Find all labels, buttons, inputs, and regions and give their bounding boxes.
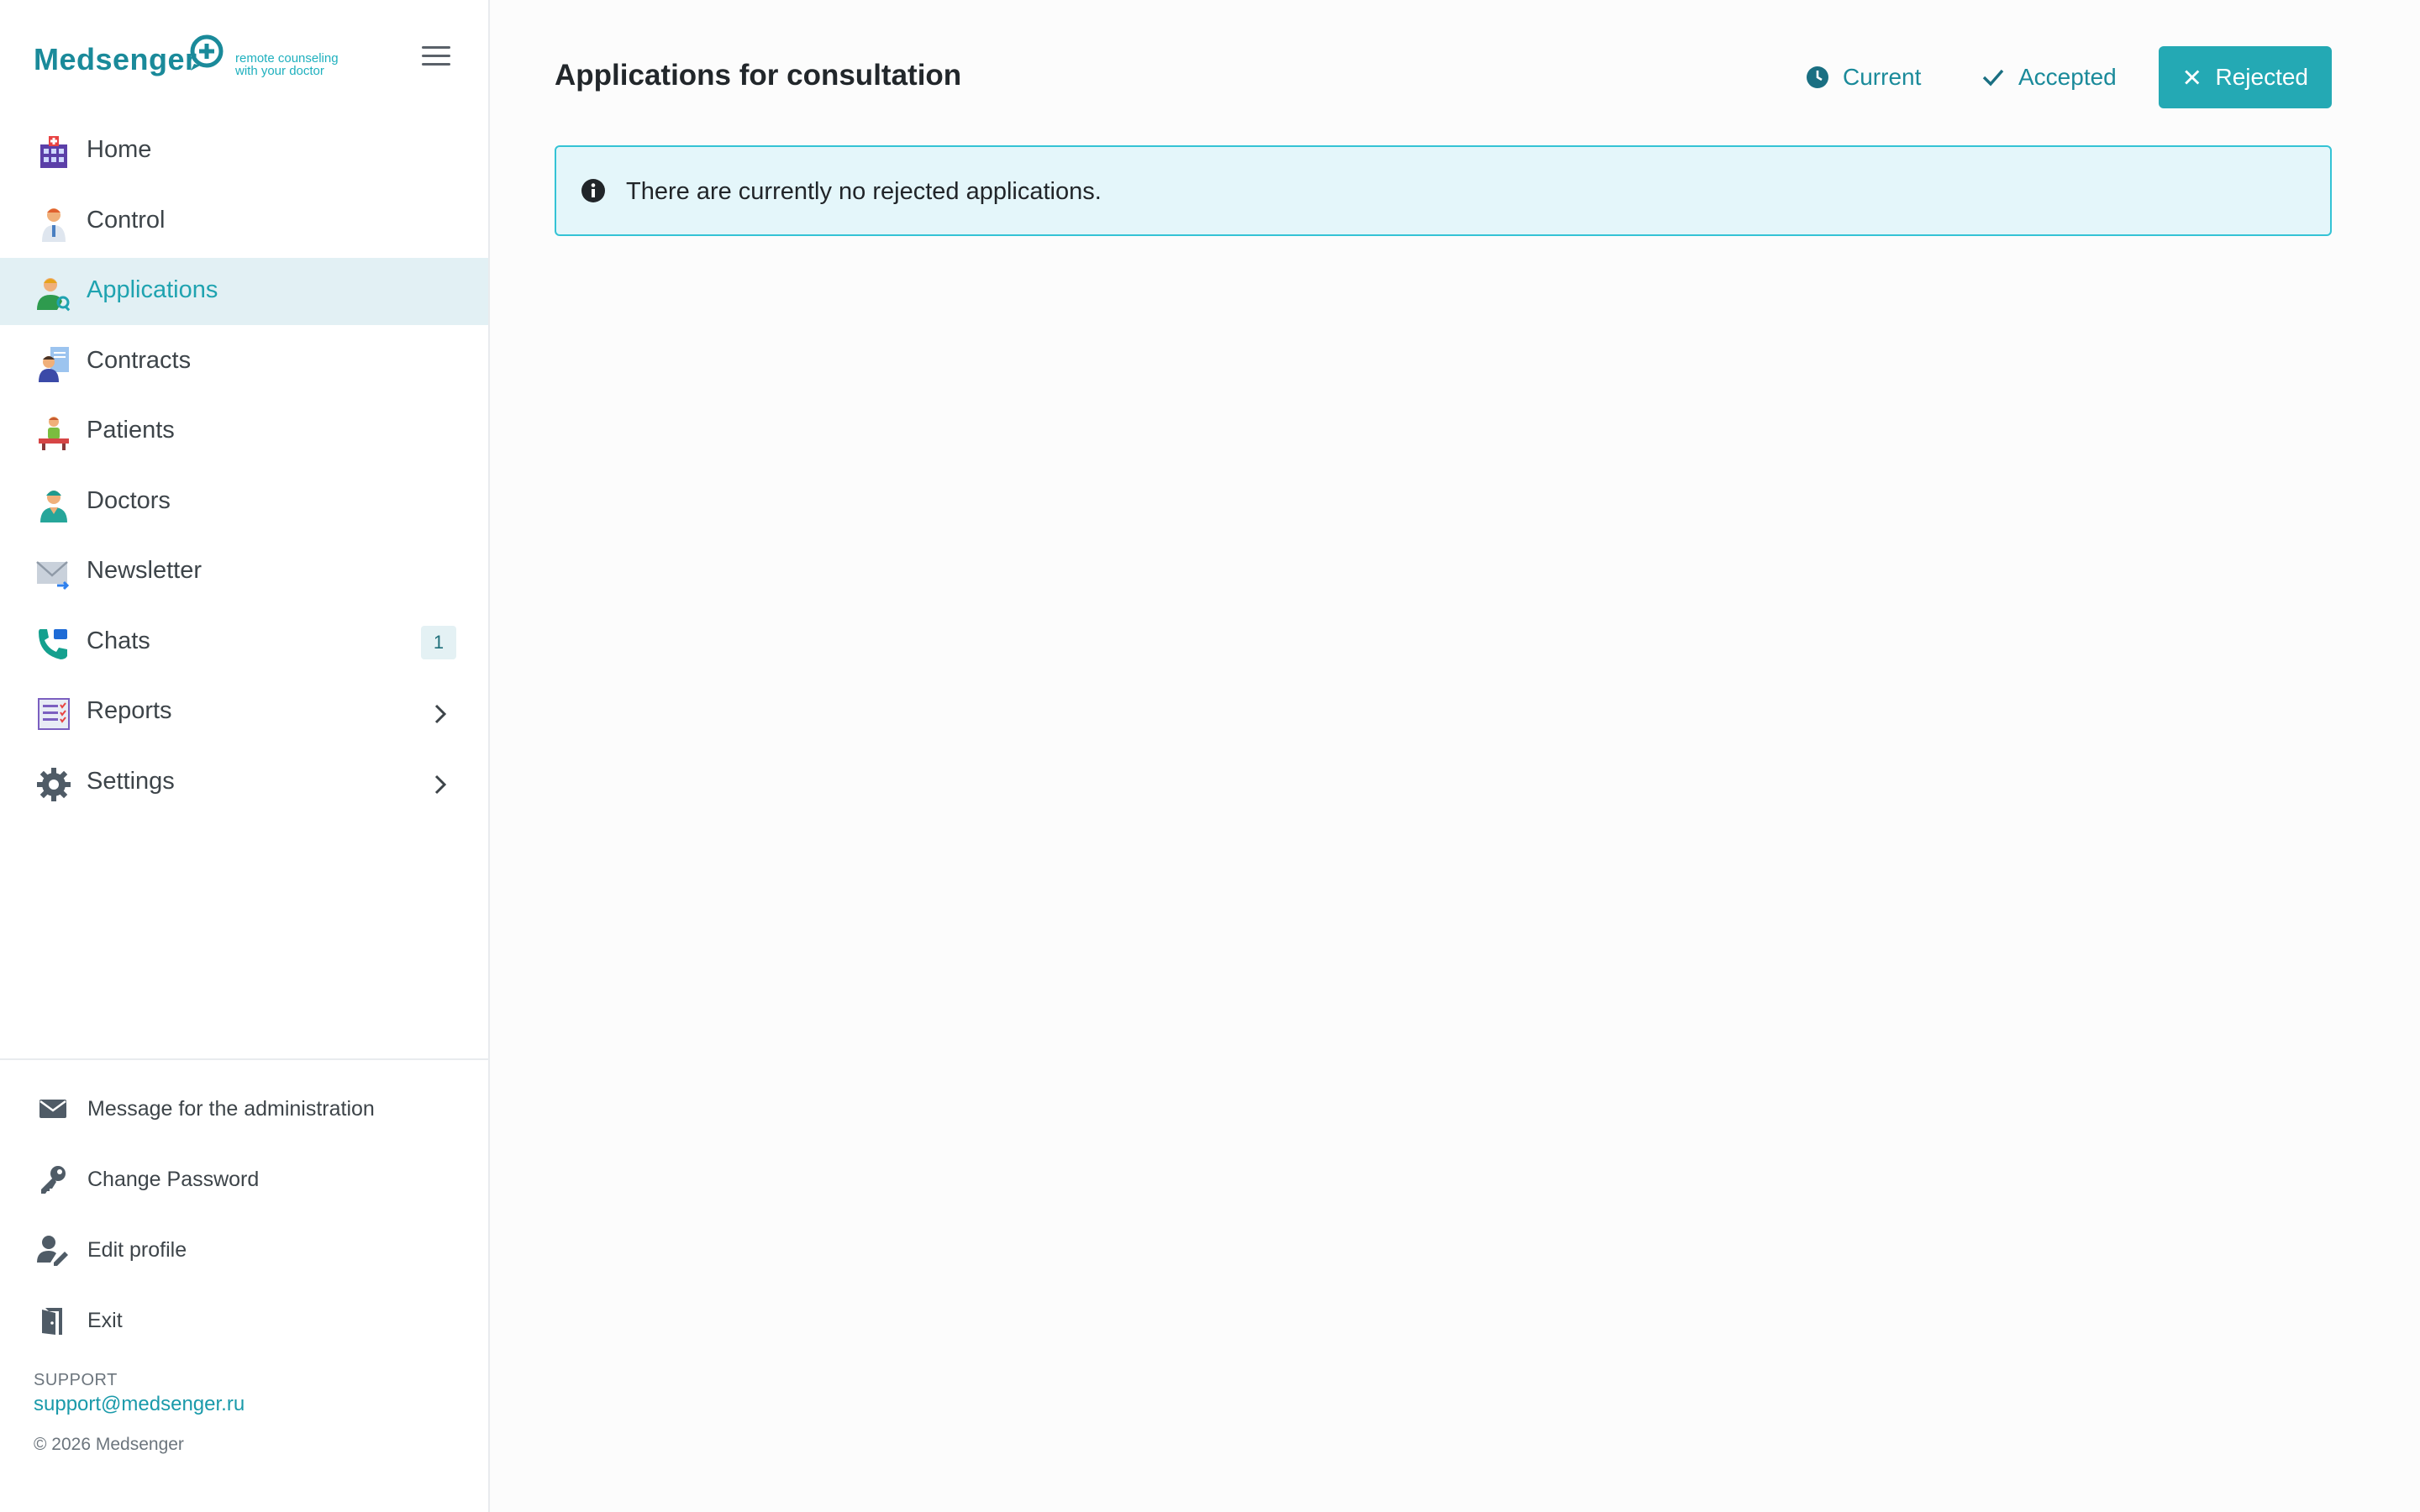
tab-label: Current	[1843, 64, 1922, 90]
sidebar-item-newsletter[interactable]: Newsletter	[0, 538, 488, 606]
exit-link[interactable]: Exit	[0, 1286, 488, 1357]
sidebar-item-label: Home	[87, 136, 152, 163]
sidebar-item-label: Control	[87, 206, 166, 234]
sidebar-item-contracts[interactable]: Contracts	[0, 328, 488, 396]
copyright: © 2026 Medsenger	[34, 1435, 184, 1454]
key-icon	[41, 1166, 66, 1194]
sidebar-item-label: Doctors	[87, 486, 171, 514]
brand-logo[interactable]: Medsenger remote counseling with your do…	[34, 34, 454, 84]
tab-accepted[interactable]: Accepted	[1958, 46, 2181, 108]
message-admin-link[interactable]: Message for the administration	[0, 1074, 488, 1145]
main-content: Applications for consultation Current Ac…	[490, 0, 2420, 1512]
tab-label: Rejected	[2215, 64, 2308, 90]
sidebar-item-label: Settings	[87, 767, 175, 795]
gear-icon	[37, 767, 71, 801]
user-search-icon	[37, 278, 71, 312]
sidebar-item-chats[interactable]: Chats 1	[0, 609, 488, 676]
envelope-icon	[36, 561, 70, 591]
sidebar-item-label: Reports	[87, 697, 172, 724]
sidebar-item-applications[interactable]: Applications	[0, 258, 488, 325]
sidebar-item-label: Patients	[87, 417, 175, 444]
brand-tagline: remote counseling with your doctor	[235, 51, 339, 78]
sidebar-item-label: Contracts	[87, 346, 192, 374]
close-icon	[2185, 70, 2200, 85]
logo-chat-plus-icon	[190, 34, 224, 71]
chevron-right-icon	[434, 774, 447, 794]
sidebar-item-label: Applications	[87, 276, 218, 303]
report-icon	[38, 698, 70, 730]
account-menu: Message for the administration Change Pa…	[0, 1074, 488, 1357]
bottom-item-label: Edit profile	[87, 1238, 187, 1262]
sidebar-item-patients[interactable]: Patients	[0, 398, 488, 465]
sidebar-item-label: Newsletter	[87, 557, 202, 584]
surgeon-icon	[40, 490, 67, 522]
phone-icon	[39, 628, 67, 659]
edit-profile-link[interactable]: Edit profile	[0, 1215, 488, 1286]
empty-state-alert: There are currently no rejected applicat…	[555, 145, 2332, 236]
door-exit-icon	[42, 1308, 62, 1335]
sidebar: Medsenger remote counseling with your do…	[0, 0, 490, 1512]
sidebar-item-settings[interactable]: Settings	[0, 749, 488, 816]
sidebar-divider	[0, 1058, 488, 1060]
page-title: Applications for consultation	[555, 59, 962, 92]
hospital-icon	[40, 136, 67, 168]
sidebar-item-label: Chats	[87, 627, 150, 654]
contract-icon	[39, 346, 69, 382]
chevron-right-icon	[434, 704, 447, 724]
unread-count-badge: 1	[421, 625, 456, 659]
brand-name: Medsenger	[34, 42, 197, 76]
support-email-link[interactable]: support@medsenger.ru	[34, 1393, 245, 1416]
sidebar-item-control[interactable]: Control	[0, 188, 488, 255]
user-edit-icon	[37, 1236, 68, 1266]
tab-current[interactable]: Current	[1782, 46, 1960, 108]
check-icon	[1982, 69, 2004, 87]
tab-rejected[interactable]: Rejected	[2159, 46, 2332, 108]
sidebar-item-reports[interactable]: Reports	[0, 679, 488, 746]
sidebar-item-doctors[interactable]: Doctors	[0, 469, 488, 536]
change-password-link[interactable]: Change Password	[0, 1145, 488, 1215]
bottom-item-label: Change Password	[87, 1168, 260, 1191]
doctor-icon	[42, 207, 66, 242]
alert-message: There are currently no rejected applicat…	[626, 178, 1102, 205]
sidebar-item-home[interactable]: Home	[0, 118, 488, 185]
bottom-item-label: Message for the administration	[87, 1097, 375, 1121]
bottom-item-label: Exit	[87, 1309, 123, 1332]
menu-toggle-icon[interactable]	[422, 46, 450, 68]
clock-icon	[1807, 66, 1828, 88]
tab-label: Accepted	[2018, 64, 2117, 90]
mail-icon	[39, 1100, 66, 1118]
sidebar-nav: Home Control Applications Contracts Pati…	[0, 118, 488, 819]
info-icon	[581, 179, 605, 202]
support-label: SUPPORT	[34, 1371, 118, 1389]
patient-icon	[39, 417, 69, 450]
